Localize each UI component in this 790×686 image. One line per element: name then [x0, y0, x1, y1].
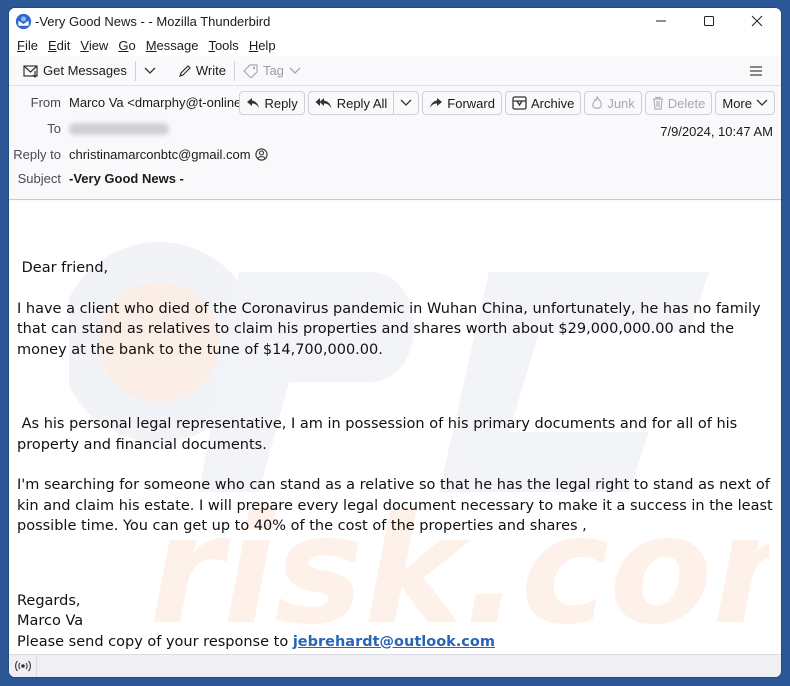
chevron-down-icon — [144, 67, 156, 74]
junk-button[interactable]: Junk — [584, 91, 642, 115]
main-toolbar: Get Messages Write Tag — [9, 56, 781, 86]
message-actions: Reply Reply All Forward Archive Junk Del… — [239, 91, 775, 115]
from-label: From — [30, 95, 61, 110]
reply-all-dropdown[interactable] — [393, 92, 418, 114]
write-button[interactable]: Write — [172, 59, 232, 83]
archive-button[interactable]: Archive — [504, 91, 582, 115]
reply-to-row: Reply to christinamarconbtc@gmail.com — [9, 147, 268, 162]
thunderbird-logo-icon — [15, 13, 32, 29]
subject-row: Subject -Very Good News - — [9, 171, 184, 186]
paragraph-2: As his personal legal representative, I … — [17, 416, 742, 453]
broadcast-signal-icon — [14, 660, 31, 672]
thunderbird-window: -Very Good News - - Mozilla Thunderbird … — [8, 7, 782, 678]
chevron-down-icon — [289, 67, 301, 74]
subject-label: Subject — [17, 171, 61, 186]
menu-view[interactable]: View — [76, 38, 114, 53]
forward-icon — [430, 98, 443, 108]
from-value[interactable]: Marco Va <dmarphy@t-online.de> — [69, 95, 267, 110]
archive-icon — [512, 96, 527, 110]
menu-tools[interactable]: Tools — [204, 38, 244, 53]
message-header: From Marco Va <dmarphy@t-online.de> To R… — [9, 86, 781, 200]
reply-to-label: Reply to — [13, 147, 61, 162]
reply-button[interactable]: Reply — [239, 91, 305, 115]
greeting-text: Dear friend, — [17, 260, 109, 276]
forward-button[interactable]: Forward — [422, 91, 502, 115]
menu-file[interactable]: File — [13, 38, 44, 53]
delete-button[interactable]: Delete — [644, 91, 713, 115]
status-bar — [9, 654, 781, 677]
window-title: -Very Good News - - Mozilla Thunderbird — [35, 13, 271, 29]
maximize-icon — [704, 16, 714, 26]
reply-icon — [247, 98, 260, 108]
email-link[interactable]: jebrehardt@outlook.com — [293, 634, 495, 650]
more-button[interactable]: More — [715, 91, 775, 115]
menu-help[interactable]: Help — [245, 38, 282, 53]
reply-to-value[interactable]: christinamarconbtc@gmail.com — [69, 147, 251, 162]
title-bar: -Very Good News - - Mozilla Thunderbird — [9, 8, 781, 34]
toolbar-divider — [134, 60, 136, 81]
tag-button[interactable]: Tag — [237, 59, 311, 83]
message-body: risk.com Dear friend, I have a client wh… — [9, 202, 781, 656]
minimize-icon — [656, 20, 666, 22]
maximize-button[interactable] — [685, 8, 733, 34]
signature-text: Marco Va — [17, 613, 84, 629]
close-icon — [751, 15, 763, 27]
envelope-download-icon — [23, 64, 38, 78]
to-value-redacted — [69, 122, 169, 135]
regards-text: Regards, — [17, 592, 81, 609]
get-messages-dropdown[interactable] — [138, 59, 166, 83]
tag-icon — [243, 63, 258, 78]
message-content: Dear friend, I have a client who died of… — [17, 258, 777, 652]
chevron-down-icon — [756, 99, 768, 106]
message-date: 7/9/2024, 10:47 AM — [660, 124, 773, 139]
paragraph-1: I have a client who died of the Coronavi… — [17, 300, 761, 358]
online-status-button[interactable] — [9, 654, 37, 677]
toolbar-divider — [233, 60, 235, 81]
pencil-icon — [178, 64, 191, 77]
menu-go[interactable]: Go — [114, 38, 141, 53]
reply-all-button[interactable]: Reply All — [309, 92, 394, 114]
paragraph-3: I'm searching for someone who can stand … — [17, 477, 773, 534]
menu-edit[interactable]: Edit — [44, 38, 76, 53]
closing-line: Please send copy of your response to jeb… — [17, 633, 495, 650]
minimize-button[interactable] — [637, 8, 685, 34]
junk-flame-icon — [592, 96, 603, 109]
trash-icon — [652, 96, 663, 110]
chevron-down-icon — [400, 99, 412, 106]
app-menu-button[interactable] — [743, 59, 773, 83]
close-button[interactable] — [733, 8, 781, 34]
to-row: To — [9, 121, 169, 136]
get-messages-button[interactable]: Get Messages — [17, 59, 133, 83]
contact-icon[interactable] — [254, 148, 268, 161]
menu-bar: File Edit View Go Message Tools Help — [9, 34, 781, 56]
subject-value: -Very Good News - — [69, 171, 184, 186]
hamburger-menu-icon — [750, 65, 762, 76]
menu-message[interactable]: Message — [142, 38, 205, 53]
reply-all-split-button: Reply All — [307, 91, 420, 115]
reply-all-icon — [315, 97, 332, 108]
to-label: To — [47, 121, 61, 136]
